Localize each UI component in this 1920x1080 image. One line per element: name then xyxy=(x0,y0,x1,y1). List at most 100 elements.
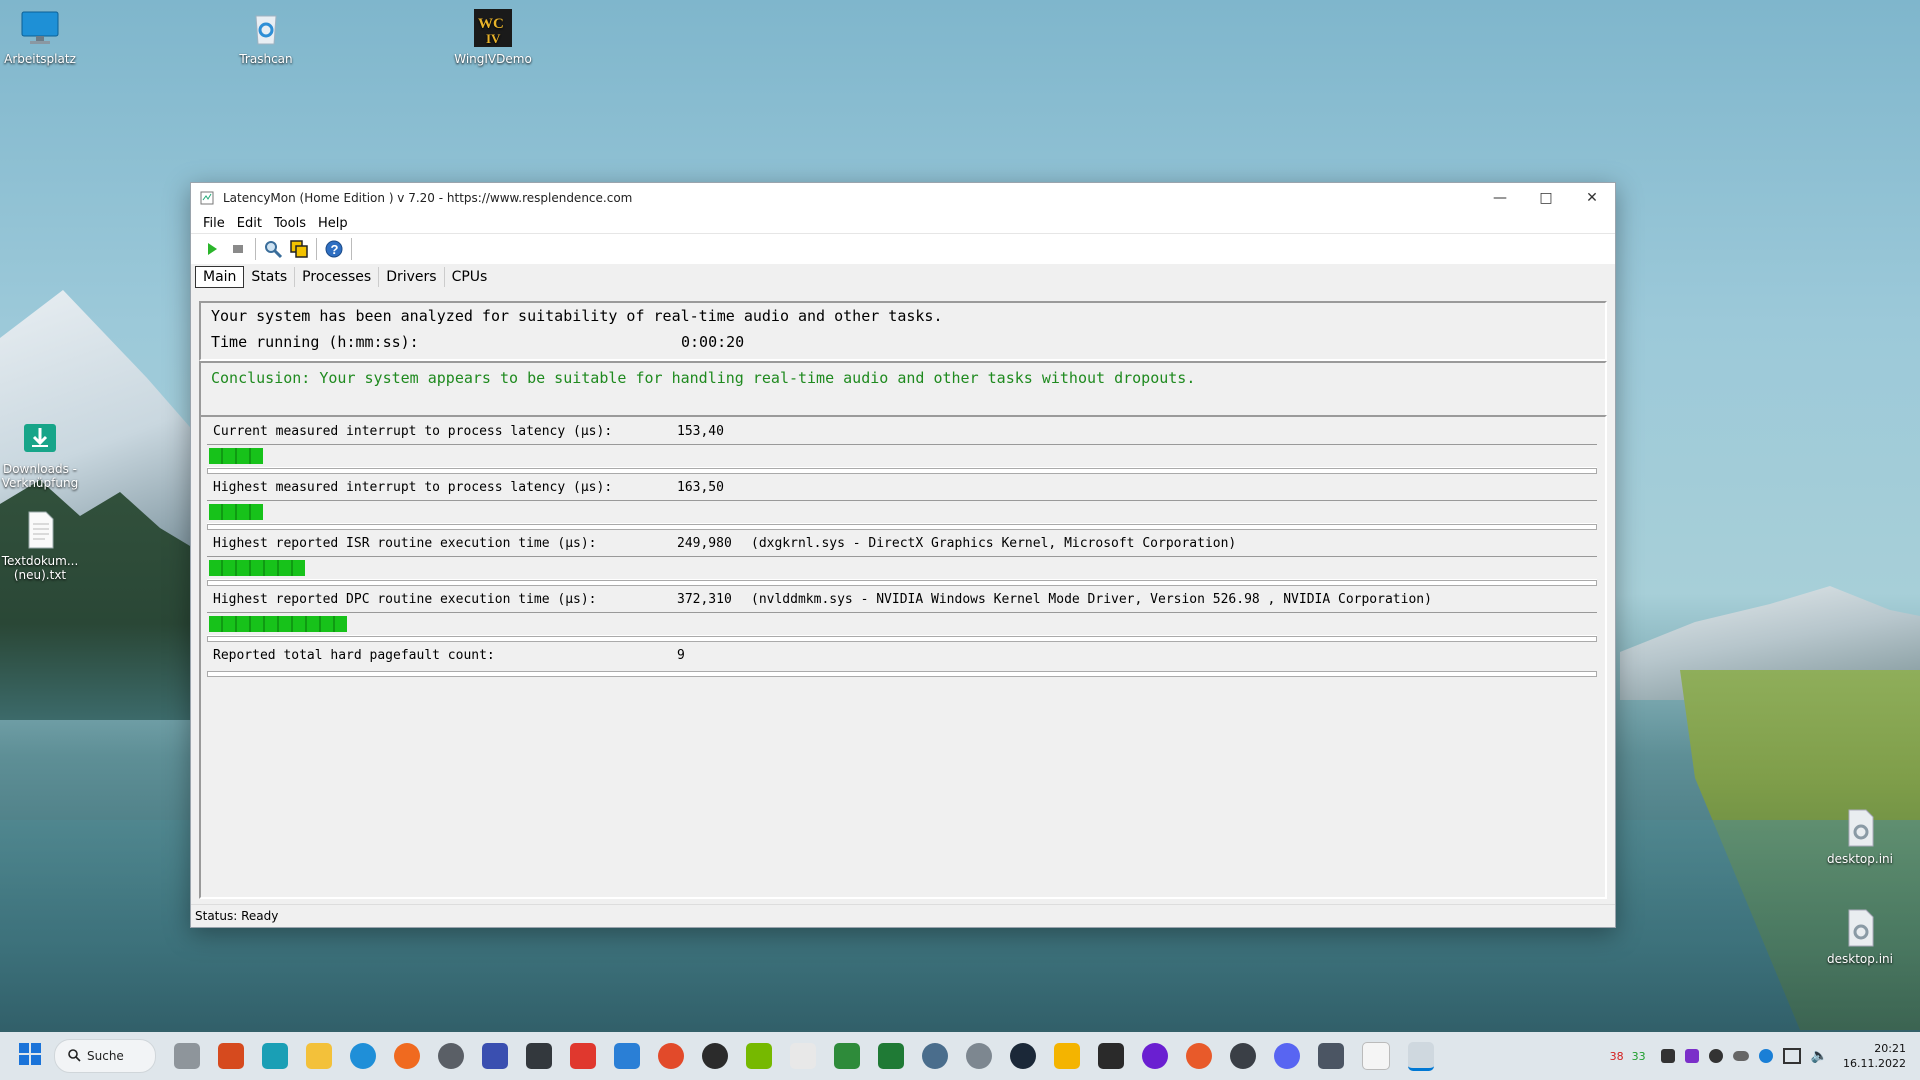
metric-row: Highest reported DPC routine execution t… xyxy=(207,589,1599,642)
clock-date: 16.11.2022 xyxy=(1843,1057,1906,1070)
edge-icon[interactable] xyxy=(350,1043,376,1069)
tray-app-icon[interactable] xyxy=(1708,1049,1723,1063)
clapper-icon[interactable] xyxy=(526,1043,552,1069)
windows-logo-icon xyxy=(19,1043,41,1065)
metric-divider xyxy=(207,667,1599,677)
desktop-icon-desktop-ini-2[interactable]: desktop.ini xyxy=(1820,908,1900,966)
desktop-icon-wingivdemo[interactable]: WC IV WingIVDemo xyxy=(453,8,533,66)
app-fox-icon[interactable] xyxy=(702,1043,728,1069)
status-bar: Status: Ready xyxy=(191,904,1615,927)
app-red-stripes-icon[interactable] xyxy=(218,1043,244,1069)
recycle-bin-icon xyxy=(246,8,286,48)
bar-fill xyxy=(209,560,305,576)
app-car-icon[interactable] xyxy=(1318,1043,1344,1069)
analyze-icon[interactable] xyxy=(260,236,286,262)
discord-icon[interactable] xyxy=(1274,1043,1300,1069)
menu-tools[interactable]: Tools xyxy=(274,216,306,231)
firefox-icon[interactable] xyxy=(394,1043,420,1069)
nvidia-icon[interactable] xyxy=(746,1043,772,1069)
summary-panel: Your system has been analyzed for suitab… xyxy=(199,301,1607,361)
menu-bar: File Edit Tools Help xyxy=(191,213,1615,233)
save-disk-icon[interactable] xyxy=(482,1043,508,1069)
menu-help[interactable]: Help xyxy=(318,216,348,231)
app-red-square-icon[interactable] xyxy=(570,1043,596,1069)
latencymon-taskbar-icon[interactable] xyxy=(1408,1041,1434,1071)
epic-games-icon[interactable] xyxy=(1098,1043,1124,1069)
tab-bar: Main Stats Processes Drivers CPUs xyxy=(191,264,1615,290)
metric-row: Highest reported ISR routine execution t… xyxy=(207,533,1599,586)
bar-scale xyxy=(207,636,1597,642)
notepad-icon[interactable] xyxy=(1362,1042,1390,1070)
metric-bar xyxy=(207,555,1599,586)
bar-fill xyxy=(209,448,263,464)
app-grey-round-icon[interactable] xyxy=(966,1043,992,1069)
desktop-icon-trashcan[interactable]: Trashcan xyxy=(226,8,306,66)
app-dark-round-icon[interactable] xyxy=(1230,1043,1256,1069)
search-app-icon[interactable] xyxy=(614,1043,640,1069)
close-button[interactable]: ✕ xyxy=(1569,183,1615,213)
play-icon[interactable] xyxy=(199,236,225,262)
toolbar-separator xyxy=(351,238,352,260)
tray-app-icon[interactable] xyxy=(1684,1049,1699,1063)
metric-value: 249,980 xyxy=(677,536,732,551)
clock-time: 20:21 xyxy=(1874,1042,1906,1055)
rockstar-icon[interactable] xyxy=(1054,1043,1080,1069)
search-box[interactable]: Suche xyxy=(54,1039,156,1073)
tab-stats[interactable]: Stats xyxy=(244,267,296,287)
menu-edit[interactable]: Edit xyxy=(237,216,262,231)
onedrive-icon[interactable] xyxy=(1732,1051,1749,1061)
copy-icon[interactable] xyxy=(286,236,312,262)
metric-label: Current measured interrupt to process la… xyxy=(213,424,613,439)
tab-processes[interactable]: Processes xyxy=(295,267,380,287)
network-icon[interactable] xyxy=(1782,1048,1801,1064)
tray-app-icon[interactable] xyxy=(1660,1049,1675,1063)
settings-file-icon xyxy=(1840,908,1880,948)
menu-file[interactable]: File xyxy=(203,216,225,231)
metric-extra: (nvlddmkm.sys - NVIDIA Windows Kernel Mo… xyxy=(751,592,1432,607)
tab-drivers[interactable]: Drivers xyxy=(379,267,445,287)
file-explorer-icon[interactable] xyxy=(306,1043,332,1069)
wingiv-logo-icon: WC IV xyxy=(473,8,513,48)
desktop-icon-downloads[interactable]: Downloads - Verknüpfung xyxy=(0,418,80,490)
download-folder-icon xyxy=(20,418,60,458)
app-green-bars-icon[interactable] xyxy=(878,1043,904,1069)
svg-text:?: ? xyxy=(331,242,339,257)
desktop-icon-textdokument[interactable]: Textdokum... (neu).txt xyxy=(0,510,80,582)
system-tray: 38 33 🔈 20:21 16.11.2022 xyxy=(1610,1032,1920,1080)
help-icon[interactable]: ? xyxy=(321,236,347,262)
start-button[interactable] xyxy=(18,1042,42,1070)
title-bar[interactable]: LatencyMon (Home Edition ) v 7.20 - http… xyxy=(191,183,1615,213)
minimize-button[interactable]: — xyxy=(1477,183,1523,213)
metric-value: 163,50 xyxy=(677,480,724,495)
desktop-icon-arbeitsplatz[interactable]: Arbeitsplatz xyxy=(0,8,80,66)
metrics-panel: Current measured interrupt to process la… xyxy=(199,415,1607,899)
stop-icon[interactable] xyxy=(225,236,251,262)
taskbar: Suche 38 33 🔈 20:21 16.11.2022 xyxy=(0,1032,1920,1080)
steam-icon[interactable] xyxy=(1010,1043,1036,1069)
app-purple-ring-icon[interactable] xyxy=(1142,1043,1168,1069)
desktop-icon-desktop-ini-1[interactable]: desktop.ini xyxy=(1820,808,1900,866)
bar-track xyxy=(207,500,1597,524)
search-label: Suche xyxy=(87,1049,124,1063)
tab-main[interactable]: Main xyxy=(195,266,245,288)
app-orange-icon[interactable] xyxy=(1186,1043,1212,1069)
tray-globe-icon[interactable] xyxy=(1758,1049,1773,1063)
bar-track xyxy=(207,444,1597,468)
metric-extra: (dxgkrnl.sys - DirectX Graphics Kernel, … xyxy=(751,536,1237,551)
bar-scale xyxy=(207,580,1597,586)
app-swirl-icon[interactable] xyxy=(658,1043,684,1069)
clock[interactable]: 20:21 16.11.2022 xyxy=(1843,1041,1906,1071)
metric-value: 9 xyxy=(677,648,685,663)
app-teal-icon[interactable] xyxy=(262,1043,288,1069)
window-title: LatencyMon (Home Edition ) v 7.20 - http… xyxy=(223,191,633,205)
obs-icon[interactable] xyxy=(438,1043,464,1069)
bar-fill xyxy=(209,616,347,632)
task-view-icon[interactable] xyxy=(174,1043,200,1069)
bar-track xyxy=(207,556,1597,580)
maximize-button[interactable]: □ xyxy=(1523,183,1569,213)
app-bird-icon[interactable] xyxy=(922,1043,948,1069)
speaker-icon[interactable]: 🔈 xyxy=(1811,1048,1828,1064)
app-white-square-icon[interactable] xyxy=(790,1043,816,1069)
app-green-gpu-icon[interactable] xyxy=(834,1043,860,1069)
tab-cpus[interactable]: CPUs xyxy=(445,267,495,287)
